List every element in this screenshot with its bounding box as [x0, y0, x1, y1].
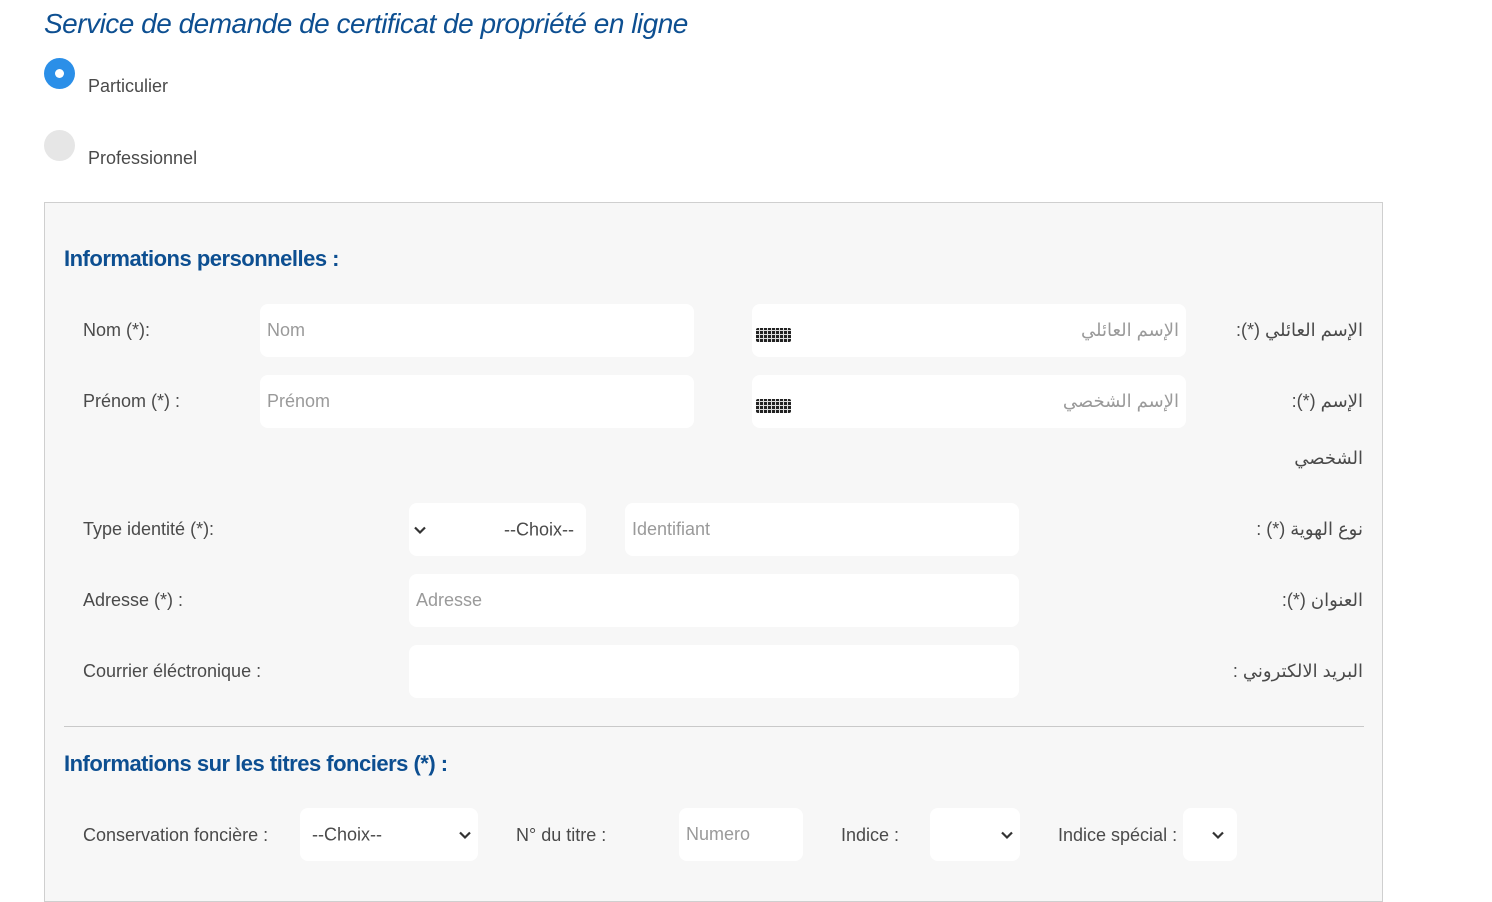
type-identite-select-value: --Choix-- [504, 519, 574, 539]
conservation-select-value: --Choix-- [312, 824, 382, 844]
prenom-ar-label-line2: الشخصي [1294, 448, 1363, 468]
prenom-ar-input[interactable] [752, 375, 1186, 428]
indice-special-label: Indice spécial : [1058, 825, 1178, 845]
indice-special-select[interactable] [1183, 808, 1237, 861]
nom-input[interactable] [260, 304, 694, 357]
section-title-personal: Informations personnelles : [64, 246, 340, 271]
keyboard-icon[interactable] [756, 328, 791, 342]
radio-professionnel[interactable] [44, 130, 75, 161]
indice-label: Indice : [841, 825, 900, 845]
nom-ar-input[interactable] [752, 304, 1186, 357]
identifiant-input[interactable] [625, 503, 1019, 556]
chevron-down-icon [1212, 831, 1224, 839]
prenom-ar-label: الإسم (*): [1291, 391, 1363, 411]
email-input[interactable] [409, 645, 1019, 698]
conservation-label: Conservation foncière : [83, 825, 269, 845]
conservation-select[interactable]: --Choix-- [300, 808, 478, 861]
adresse-input[interactable] [409, 574, 1019, 627]
indice-select[interactable] [930, 808, 1020, 861]
radio-particulier[interactable] [44, 58, 75, 89]
prenom-input[interactable] [260, 375, 694, 428]
chevron-down-icon [414, 526, 426, 534]
radio-particulier-label: Particulier [88, 76, 169, 96]
nom-label: Nom (*): [83, 320, 150, 340]
chevron-down-icon [459, 831, 471, 839]
type-identite-select[interactable]: --Choix-- [409, 503, 586, 556]
radio-professionnel-label: Professionnel [88, 148, 198, 168]
adresse-label: Adresse (*) : [83, 590, 184, 610]
page-title: Service de demande de certificat de prop… [44, 8, 688, 39]
adresse-ar-label: العنوان (*): [1281, 590, 1363, 610]
numero-input[interactable] [679, 808, 803, 861]
type-identite-label: Type identité (*): [83, 519, 215, 539]
section-divider [64, 726, 1364, 727]
form-panel: Informations personnelles : Nom (*): الإ… [44, 202, 1383, 902]
prenom-label: Prénom (*) : [83, 391, 181, 411]
keyboard-icon[interactable] [756, 399, 791, 413]
chevron-down-icon [1001, 831, 1013, 839]
nom-ar-label: الإسم العائلي (*): [1236, 320, 1363, 340]
numero-label: N° du titre : [516, 825, 607, 845]
section-title-titres: Informations sur les titres fonciers (*)… [64, 751, 448, 776]
email-ar-label: البريد الالكتروني : [1232, 661, 1363, 681]
type-identite-ar-label: نوع الهوية (*) : [1256, 519, 1363, 539]
email-label: Courrier éléctronique : [83, 661, 262, 681]
